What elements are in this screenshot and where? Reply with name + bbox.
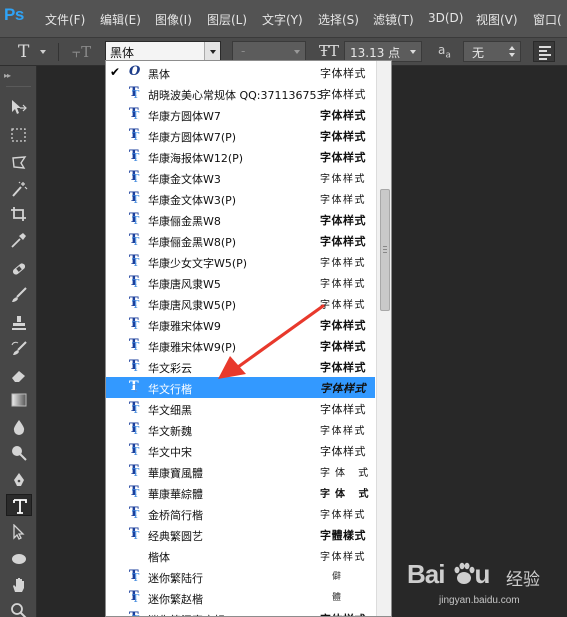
- watermark-brand: Bai u: [407, 559, 490, 590]
- photoshop-window: Ps 文件(F) 编辑(E) 图像(I) 图层(L) 文字(Y) 选择(S) 滤…: [0, 0, 567, 617]
- paw-logo-icon: [454, 562, 475, 584]
- annotation-arrow: [218, 304, 325, 379]
- baidu-watermark: Bai u 经验 jingyan.baidu.com: [405, 555, 565, 615]
- watermark-cn: 经验: [506, 570, 540, 590]
- watermark-url: jingyan.baidu.com: [439, 595, 520, 606]
- watermark-brand-prefix: Bai: [407, 559, 445, 589]
